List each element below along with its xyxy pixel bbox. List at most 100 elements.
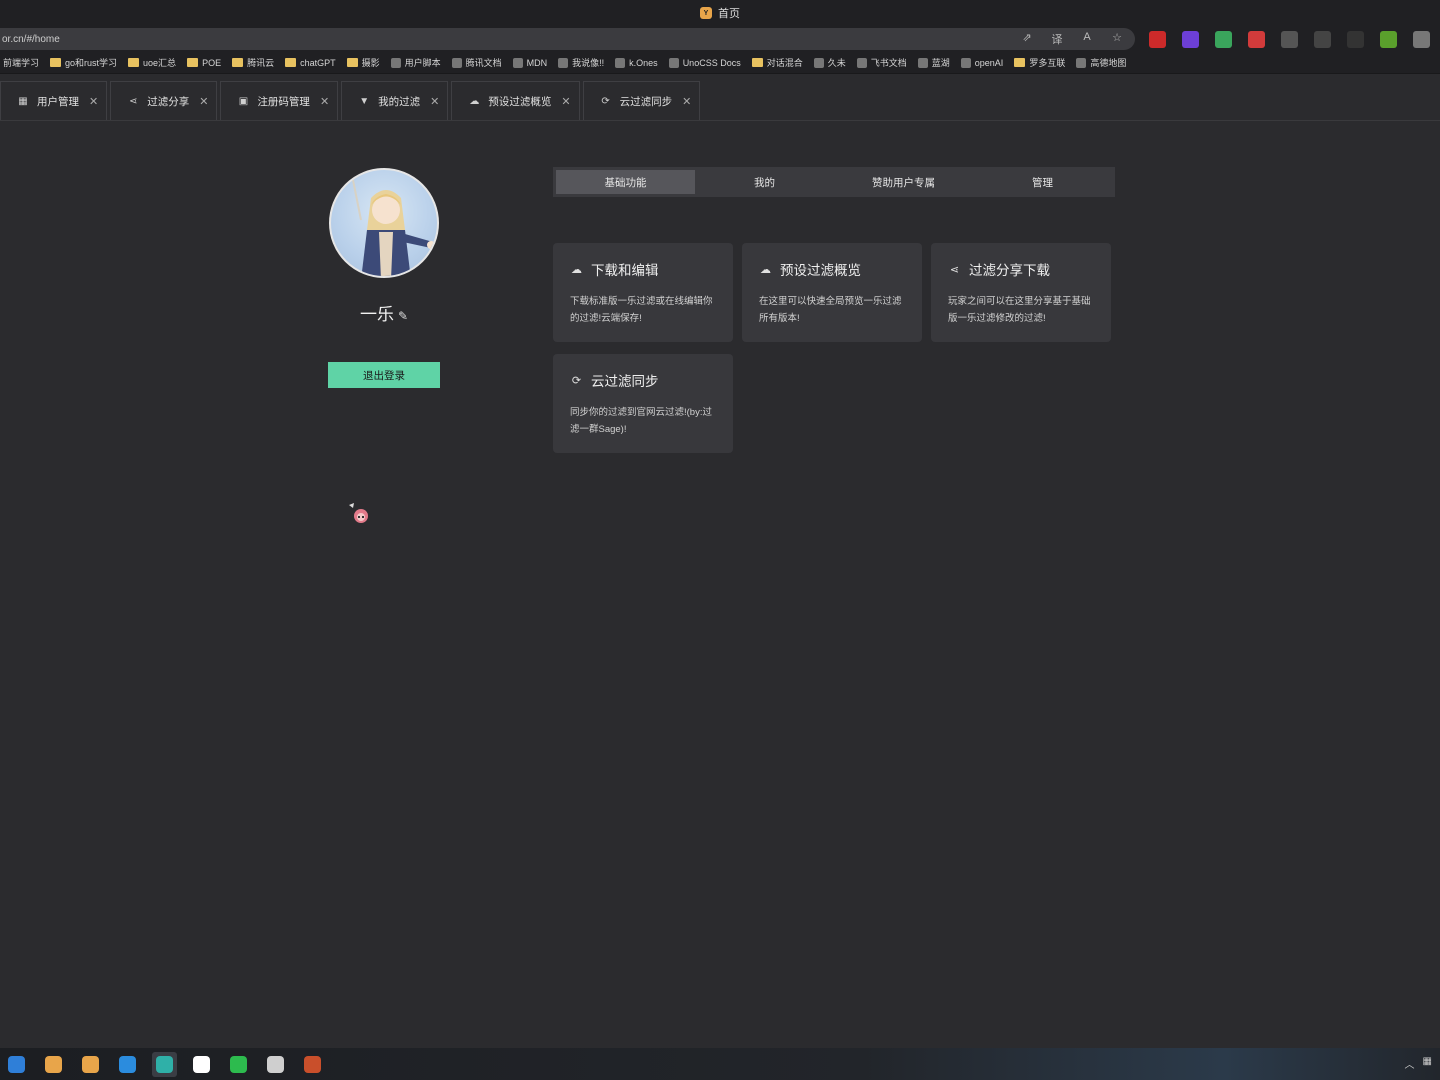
site-favicon-icon [813,57,824,68]
bookmark-item[interactable]: UnoCSS Docs [668,57,741,68]
close-tab-icon[interactable]: ✕ [320,95,329,108]
page-tab-label: 过滤分享 [147,95,190,108]
ext-gamepad-icon[interactable] [1149,30,1166,48]
url-actions: ⇗ 译 A ☆ [1019,31,1125,47]
bookmarks-bar: 前端学习 go和rust学习 uoe汇总 POE 腾讯云 chatGPT 摄影 用户脚本 腾讯文… [0,52,1440,74]
ext-leaf-icon[interactable] [1380,30,1397,48]
page-tab-label: 云过滤同步 [619,95,673,108]
open-external-icon[interactable]: ⇗ [1019,31,1035,47]
edit-name-icon[interactable]: ✎ [398,309,408,323]
page-tab[interactable]: ▣ 注册码管理 ✕ [220,81,339,120]
bookmark-item[interactable]: 罗多互联 [1014,56,1065,69]
ext-box-icon[interactable] [1347,30,1364,48]
vscode-icon[interactable] [115,1052,140,1077]
page-tab[interactable]: ▦ 用户管理 ✕ [0,81,108,120]
bookmark-item[interactable]: 前端学习 [3,56,39,69]
extensions-puzzle-icon[interactable] [1413,30,1430,48]
feature-card[interactable]: ☁ 下载和编辑 下载标准版一乐过滤或在线编辑你的过滤!云端保存! [553,243,733,342]
yuque-app-icon-2-glyph [82,1055,99,1073]
ext-a-icon[interactable] [1281,30,1298,48]
feature-category-tabs: 基础功能 我的 赞助用户专属 管理 [553,167,1115,197]
feature-card-header: ☁ 预设过滤概览 [759,259,905,279]
bookmark-label: 前端学习 [3,58,40,68]
ext-arrow-icon[interactable] [1314,30,1331,48]
qq-icon[interactable] [189,1052,214,1077]
wechat-icon[interactable] [226,1052,251,1077]
ext-purple-icon[interactable] [1182,30,1199,48]
bookmark-label: 摄影 [361,58,380,68]
address-bar-row: or.cn/#/home ⇗ 译 A ☆ [0,26,1440,52]
bookmark-item[interactable]: go和rust学习 [50,56,117,69]
category-tab[interactable]: 管理 [973,170,1112,194]
bookmark-item[interactable]: chatGPT [285,58,336,68]
tray-expand-icon[interactable]: ︿ [1405,1056,1415,1071]
bookmark-label: openAI [974,57,1004,68]
bookmark-item[interactable]: k.Ones [615,57,658,68]
feature-card-title: 下载和编辑 [591,263,659,278]
bookmark-item[interactable]: MDN [512,57,548,68]
bookmark-item[interactable]: 腾讯文档 [451,56,502,69]
feature-card-header: ⟳ 云过滤同步 [570,370,716,390]
ext-red-icon[interactable] [1248,30,1265,48]
ext-shield-icon[interactable] [1215,30,1232,48]
site-favicon-icon [856,57,867,68]
close-tab-icon[interactable]: ✕ [561,95,570,108]
bookmark-item[interactable]: 飞书文档 [856,56,907,69]
close-tab-icon[interactable]: ✕ [682,95,691,108]
site-favicon-icon [960,57,971,68]
bookmark-item[interactable]: 我说像!! [558,56,604,69]
window-titlebar: Y 首页 [0,0,1440,26]
url-text: or.cn/#/home [2,33,60,45]
category-tab[interactable]: 赞助用户专属 [834,170,973,194]
folder-icon [50,58,62,67]
bookmark-label: 对话混合 [766,58,803,68]
bookmark-item[interactable]: 蓝湖 [917,56,950,69]
bookmark-item[interactable]: 高德地图 [1076,56,1126,69]
app-icon: Y [700,7,712,19]
folder-icon [346,58,358,67]
category-tab[interactable]: 基础功能 [556,170,695,194]
site-favicon-icon [668,57,679,68]
window-title: 首页 [718,8,740,20]
yuque-app-icon[interactable] [41,1052,66,1077]
bookmark-item[interactable]: 用户脚本 [390,56,441,69]
bookmark-item[interactable]: 腾讯云 [232,56,274,69]
steam-icon-glyph [267,1055,284,1073]
bookmark-item[interactable]: openAI [960,57,1004,68]
bookmark-item[interactable]: 对话混合 [751,56,803,69]
edge-browser-icon-glyph [156,1055,173,1073]
url-field[interactable]: or.cn/#/home ⇗ 译 A ☆ [0,28,1135,50]
close-tab-icon[interactable]: ✕ [199,95,208,108]
page-tab[interactable]: ☁ 预设过滤概览 ✕ [451,81,580,120]
shield-app-icon[interactable] [4,1052,29,1077]
yuque-app-icon-2[interactable] [78,1052,103,1077]
feature-card[interactable]: ⋖ 过滤分享下载 玩家之间可以在这里分享基于基础版一乐过滤修改的过滤! [931,243,1111,342]
steam-icon[interactable] [263,1052,288,1077]
feature-card[interactable]: ⟳ 云过滤同步 同步你的过滤到官网云过滤!(by:过滤一群Sage)! [553,354,733,453]
document-icon: ▣ [238,95,249,107]
logout-button[interactable]: 退出登录 [328,362,440,388]
page-tab[interactable]: ▼ 我的过滤 ✕ [341,81,449,120]
page-tab[interactable]: ⟳ 云过滤同步 ✕ [582,81,701,120]
feature-card[interactable]: ☁ 预设过滤概览 在这里可以快速全局预览一乐过滤所有版本! [742,243,922,342]
yuque-app-icon-glyph [45,1055,62,1073]
tray-network-icon[interactable]: ▦ [1423,1056,1432,1071]
qq-icon-glyph [193,1055,210,1073]
bookmark-item[interactable]: POE [187,58,221,68]
bookmark-item[interactable]: 久未 [813,56,846,69]
category-tab[interactable]: 我的 [695,170,834,194]
close-tab-icon[interactable]: ✕ [430,95,439,108]
bookmark-item[interactable]: uoe汇总 [128,56,176,69]
close-tab-icon[interactable]: ✕ [89,95,98,108]
edge-browser-icon[interactable] [152,1051,177,1077]
page-tab[interactable]: ⋖ 过滤分享 ✕ [110,81,218,120]
shield-app-icon-glyph [8,1055,25,1073]
translate-icon[interactable]: 译 [1049,31,1065,47]
read-aloud-icon[interactable]: A [1079,31,1095,47]
favorite-star-icon[interactable]: ☆ [1109,31,1125,47]
bookmark-label: MDN [526,57,548,68]
folder-icon [285,58,297,67]
site-favicon-icon [615,57,626,68]
bookmark-item[interactable]: 摄影 [346,56,380,69]
game-app-icon[interactable] [300,1052,325,1077]
